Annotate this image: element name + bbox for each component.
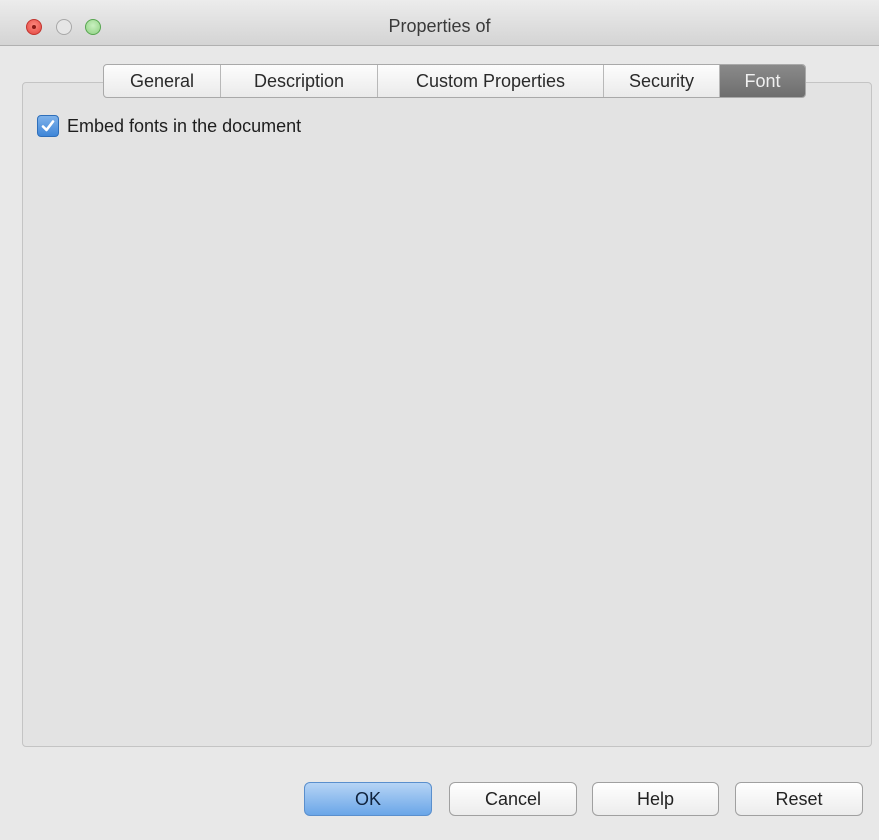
embed-fonts-label: Embed fonts in the document (67, 115, 302, 136)
tab-description[interactable]: Description (221, 65, 378, 97)
tab-custom-properties[interactable]: Custom Properties (378, 65, 604, 97)
reset-button[interactable]: Reset (735, 782, 863, 816)
embed-fonts-option[interactable]: Embed fonts in the document (37, 115, 301, 137)
ok-button[interactable]: OK (304, 782, 432, 816)
properties-dialog: Properties of Embed fonts in the documen… (0, 0, 879, 840)
help-button[interactable]: Help (592, 782, 719, 816)
tab-bar: General Description Custom Properties Se… (103, 64, 806, 98)
tab-general[interactable]: General (104, 65, 221, 97)
embed-fonts-checkbox[interactable] (37, 115, 59, 137)
tab-content-panel: Embed fonts in the document (22, 82, 872, 747)
title-bar[interactable]: Properties of (0, 0, 879, 46)
window-title: Properties of (388, 16, 491, 36)
cancel-button[interactable]: Cancel (449, 782, 577, 816)
tab-security[interactable]: Security (604, 65, 720, 97)
tab-font[interactable]: Font (720, 65, 805, 97)
checkmark-icon (41, 120, 55, 132)
